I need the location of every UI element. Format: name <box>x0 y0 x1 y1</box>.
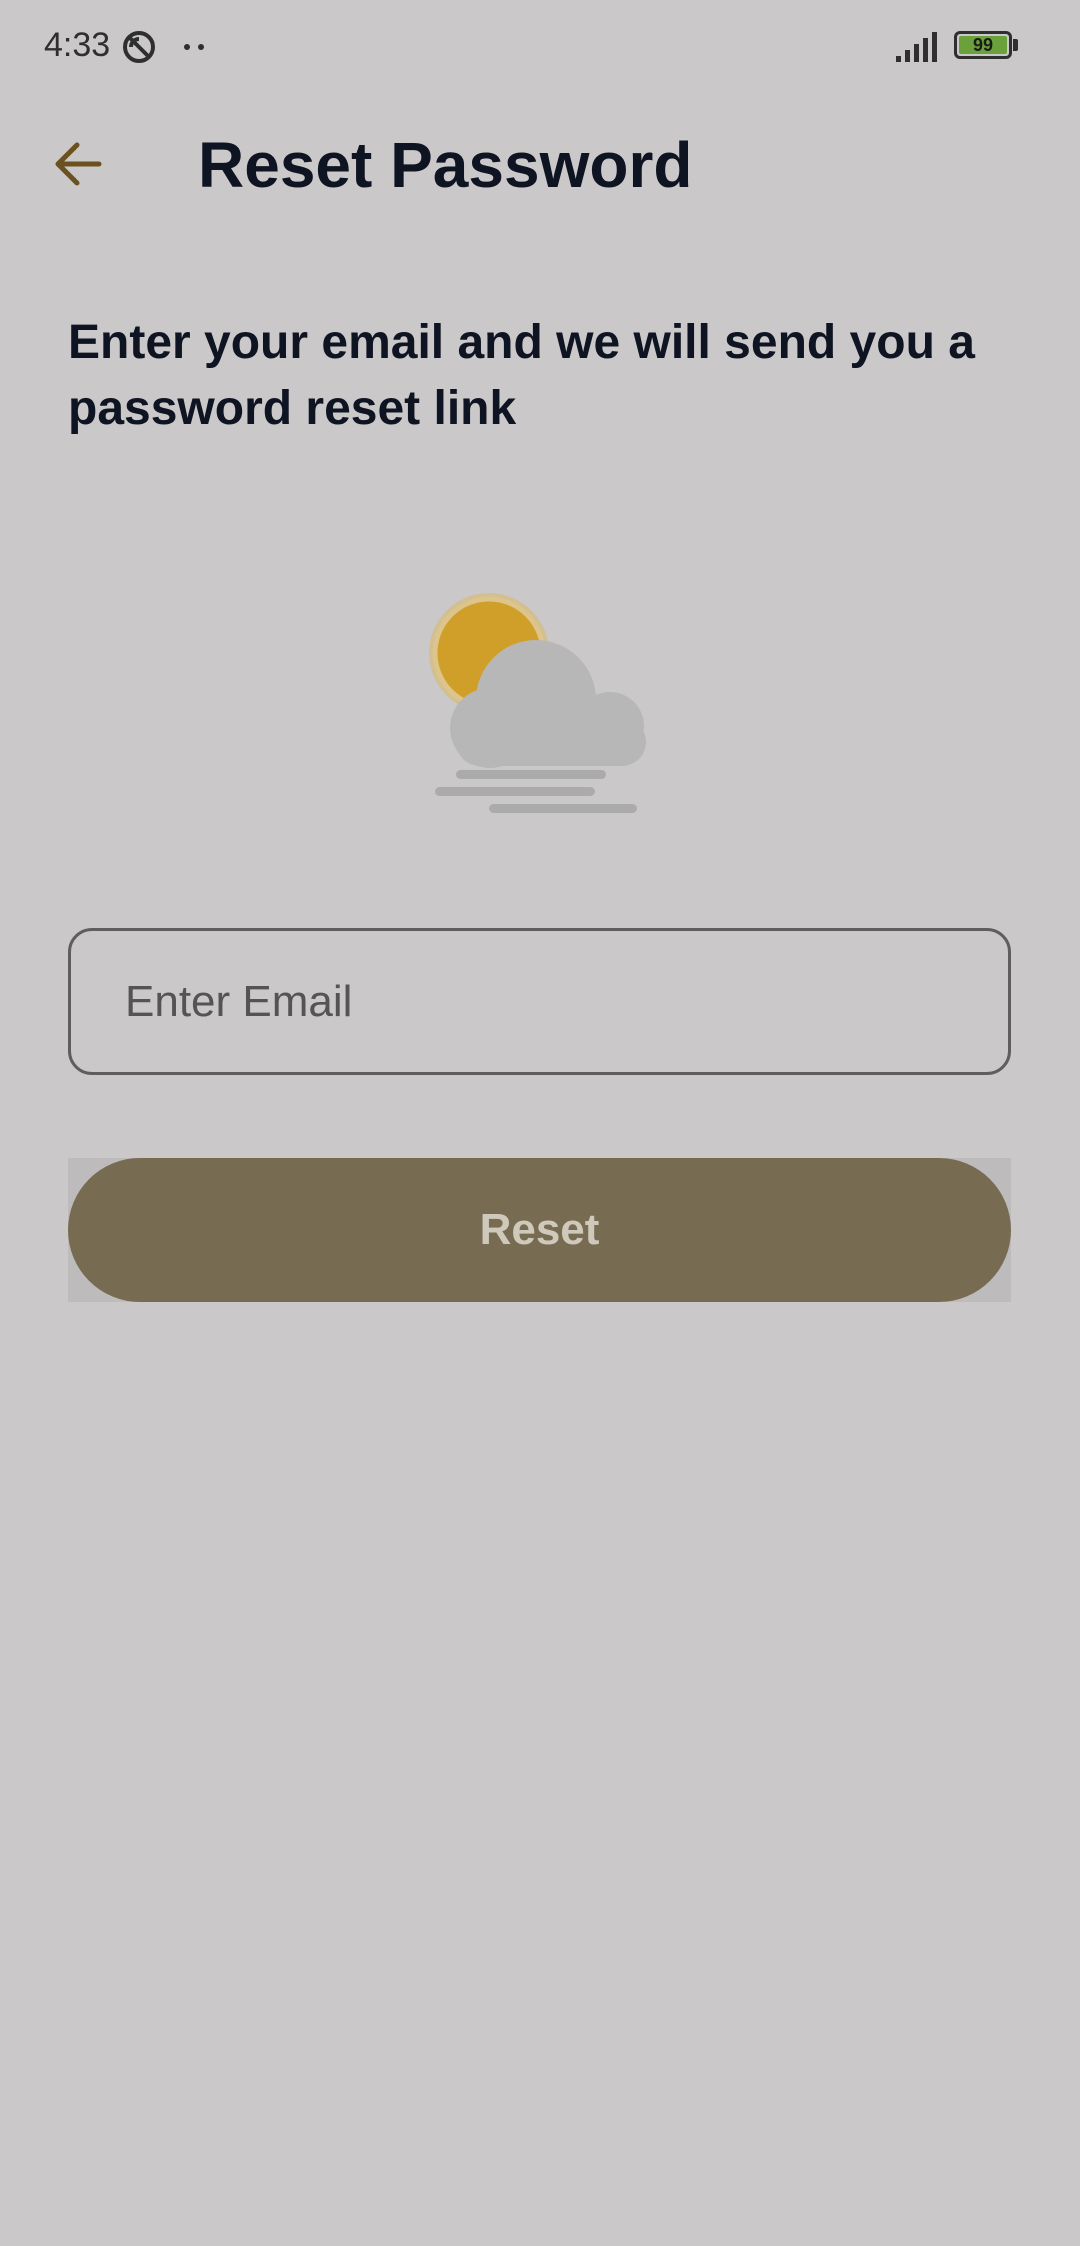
reset-button[interactable]: Reset <box>68 1158 1011 1302</box>
instruction-text: Enter your email and we will send you a … <box>68 316 975 435</box>
arrow-back-icon <box>55 142 102 186</box>
back-button[interactable] <box>44 130 112 198</box>
email-input[interactable] <box>125 931 965 1072</box>
do-not-disturb-icon <box>123 31 155 63</box>
signal-icon <box>896 32 937 62</box>
battery-cap <box>1013 39 1018 51</box>
battery-level: 99 <box>972 35 994 55</box>
reset-button-container: Reset <box>68 1158 1011 1302</box>
status-time: 4:33 <box>44 26 111 64</box>
page-title: Reset Password <box>198 129 693 201</box>
reset-button-label: Reset <box>479 1205 600 1254</box>
email-field[interactable] <box>68 928 1011 1075</box>
status-bar: 4:33 99 <box>0 0 1080 96</box>
more-dots-icon <box>184 44 204 52</box>
sun-cloud-fog-icon <box>429 593 646 813</box>
battery-icon: 99 <box>954 31 1012 59</box>
